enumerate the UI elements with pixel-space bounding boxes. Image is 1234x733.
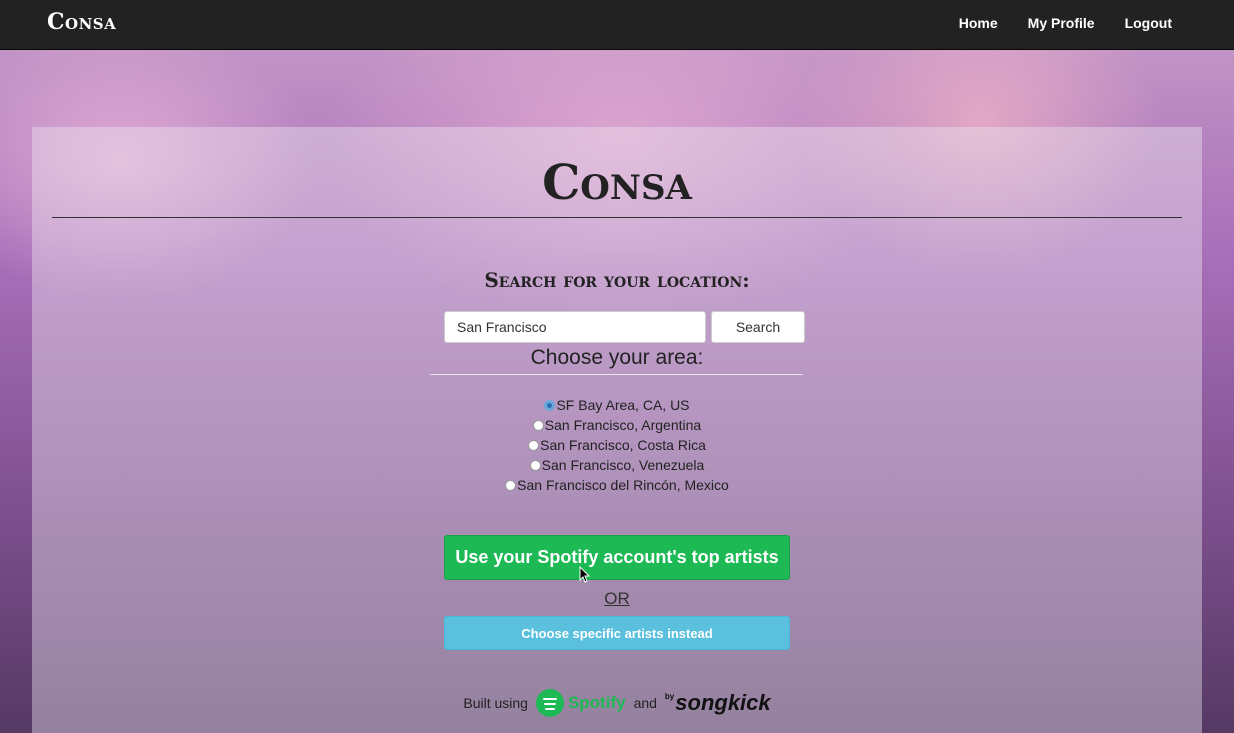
nav-home-link[interactable]: Home	[959, 15, 998, 31]
songkick-by: by	[664, 692, 675, 701]
area-heading: Choose your area:	[530, 346, 704, 369]
spotify-icon	[535, 689, 564, 717]
radio-button-selected[interactable]	[544, 399, 556, 411]
area-option[interactable]: San Francisco, Venezuela	[32, 455, 1202, 475]
spotify-wordmark: Spotify	[567, 693, 626, 712]
search-heading: Search for your location:	[484, 268, 750, 292]
radio-button[interactable]	[528, 439, 540, 451]
spotify-top-artists-button[interactable]: Use your Spotify account's top artists	[444, 535, 790, 580]
area-divider	[430, 374, 803, 375]
area-option[interactable]: San Francisco, Argentina	[32, 415, 1202, 435]
area-option-label: San Francisco, Argentina	[544, 417, 702, 433]
nav-logout-link[interactable]: Logout	[1125, 15, 1172, 31]
songkick-logo: by songkick	[665, 690, 771, 716]
area-option[interactable]: SF Bay Area, CA, US	[32, 395, 1202, 415]
area-option-label: San Francisco, Venezuela	[541, 457, 705, 473]
main-panel: Consa Search for your location: Search C…	[32, 127, 1202, 733]
songkick-wordmark: songkick	[675, 690, 771, 715]
navbar: Consa Home My Profile Logout	[0, 0, 1234, 50]
or-separator: OR	[604, 589, 630, 608]
built-using-label: Built using	[463, 695, 528, 711]
choose-artists-button[interactable]: Choose specific artists instead	[444, 616, 790, 650]
location-search-input[interactable]	[444, 311, 706, 343]
title-divider	[52, 217, 1182, 218]
mouse-cursor-icon	[579, 566, 591, 583]
area-option[interactable]: San Francisco del Rincón, Mexico	[32, 475, 1202, 495]
nav-links: Home My Profile Logout	[959, 15, 1172, 31]
area-option[interactable]: San Francisco, Costa Rica	[32, 435, 1202, 455]
area-option-label: SF Bay Area, CA, US	[556, 397, 690, 413]
page-title: Consa	[542, 155, 692, 211]
area-radio-list: SF Bay Area, CA, US San Francisco, Argen…	[32, 395, 1202, 495]
search-button[interactable]: Search	[711, 311, 805, 343]
brand-link[interactable]: Consa	[47, 9, 116, 35]
radio-button[interactable]	[532, 419, 544, 431]
spotify-logo: Spotify	[535, 689, 626, 717]
built-using-footer: Built using Spotify and by songkick	[32, 689, 1202, 717]
area-option-label: San Francisco, Costa Rica	[540, 437, 706, 453]
and-label: and	[633, 695, 657, 711]
area-option-label: San Francisco del Rincón, Mexico	[517, 477, 729, 493]
radio-button[interactable]	[505, 479, 517, 491]
nav-my-profile-link[interactable]: My Profile	[1028, 15, 1095, 31]
radio-button[interactable]	[529, 459, 541, 471]
